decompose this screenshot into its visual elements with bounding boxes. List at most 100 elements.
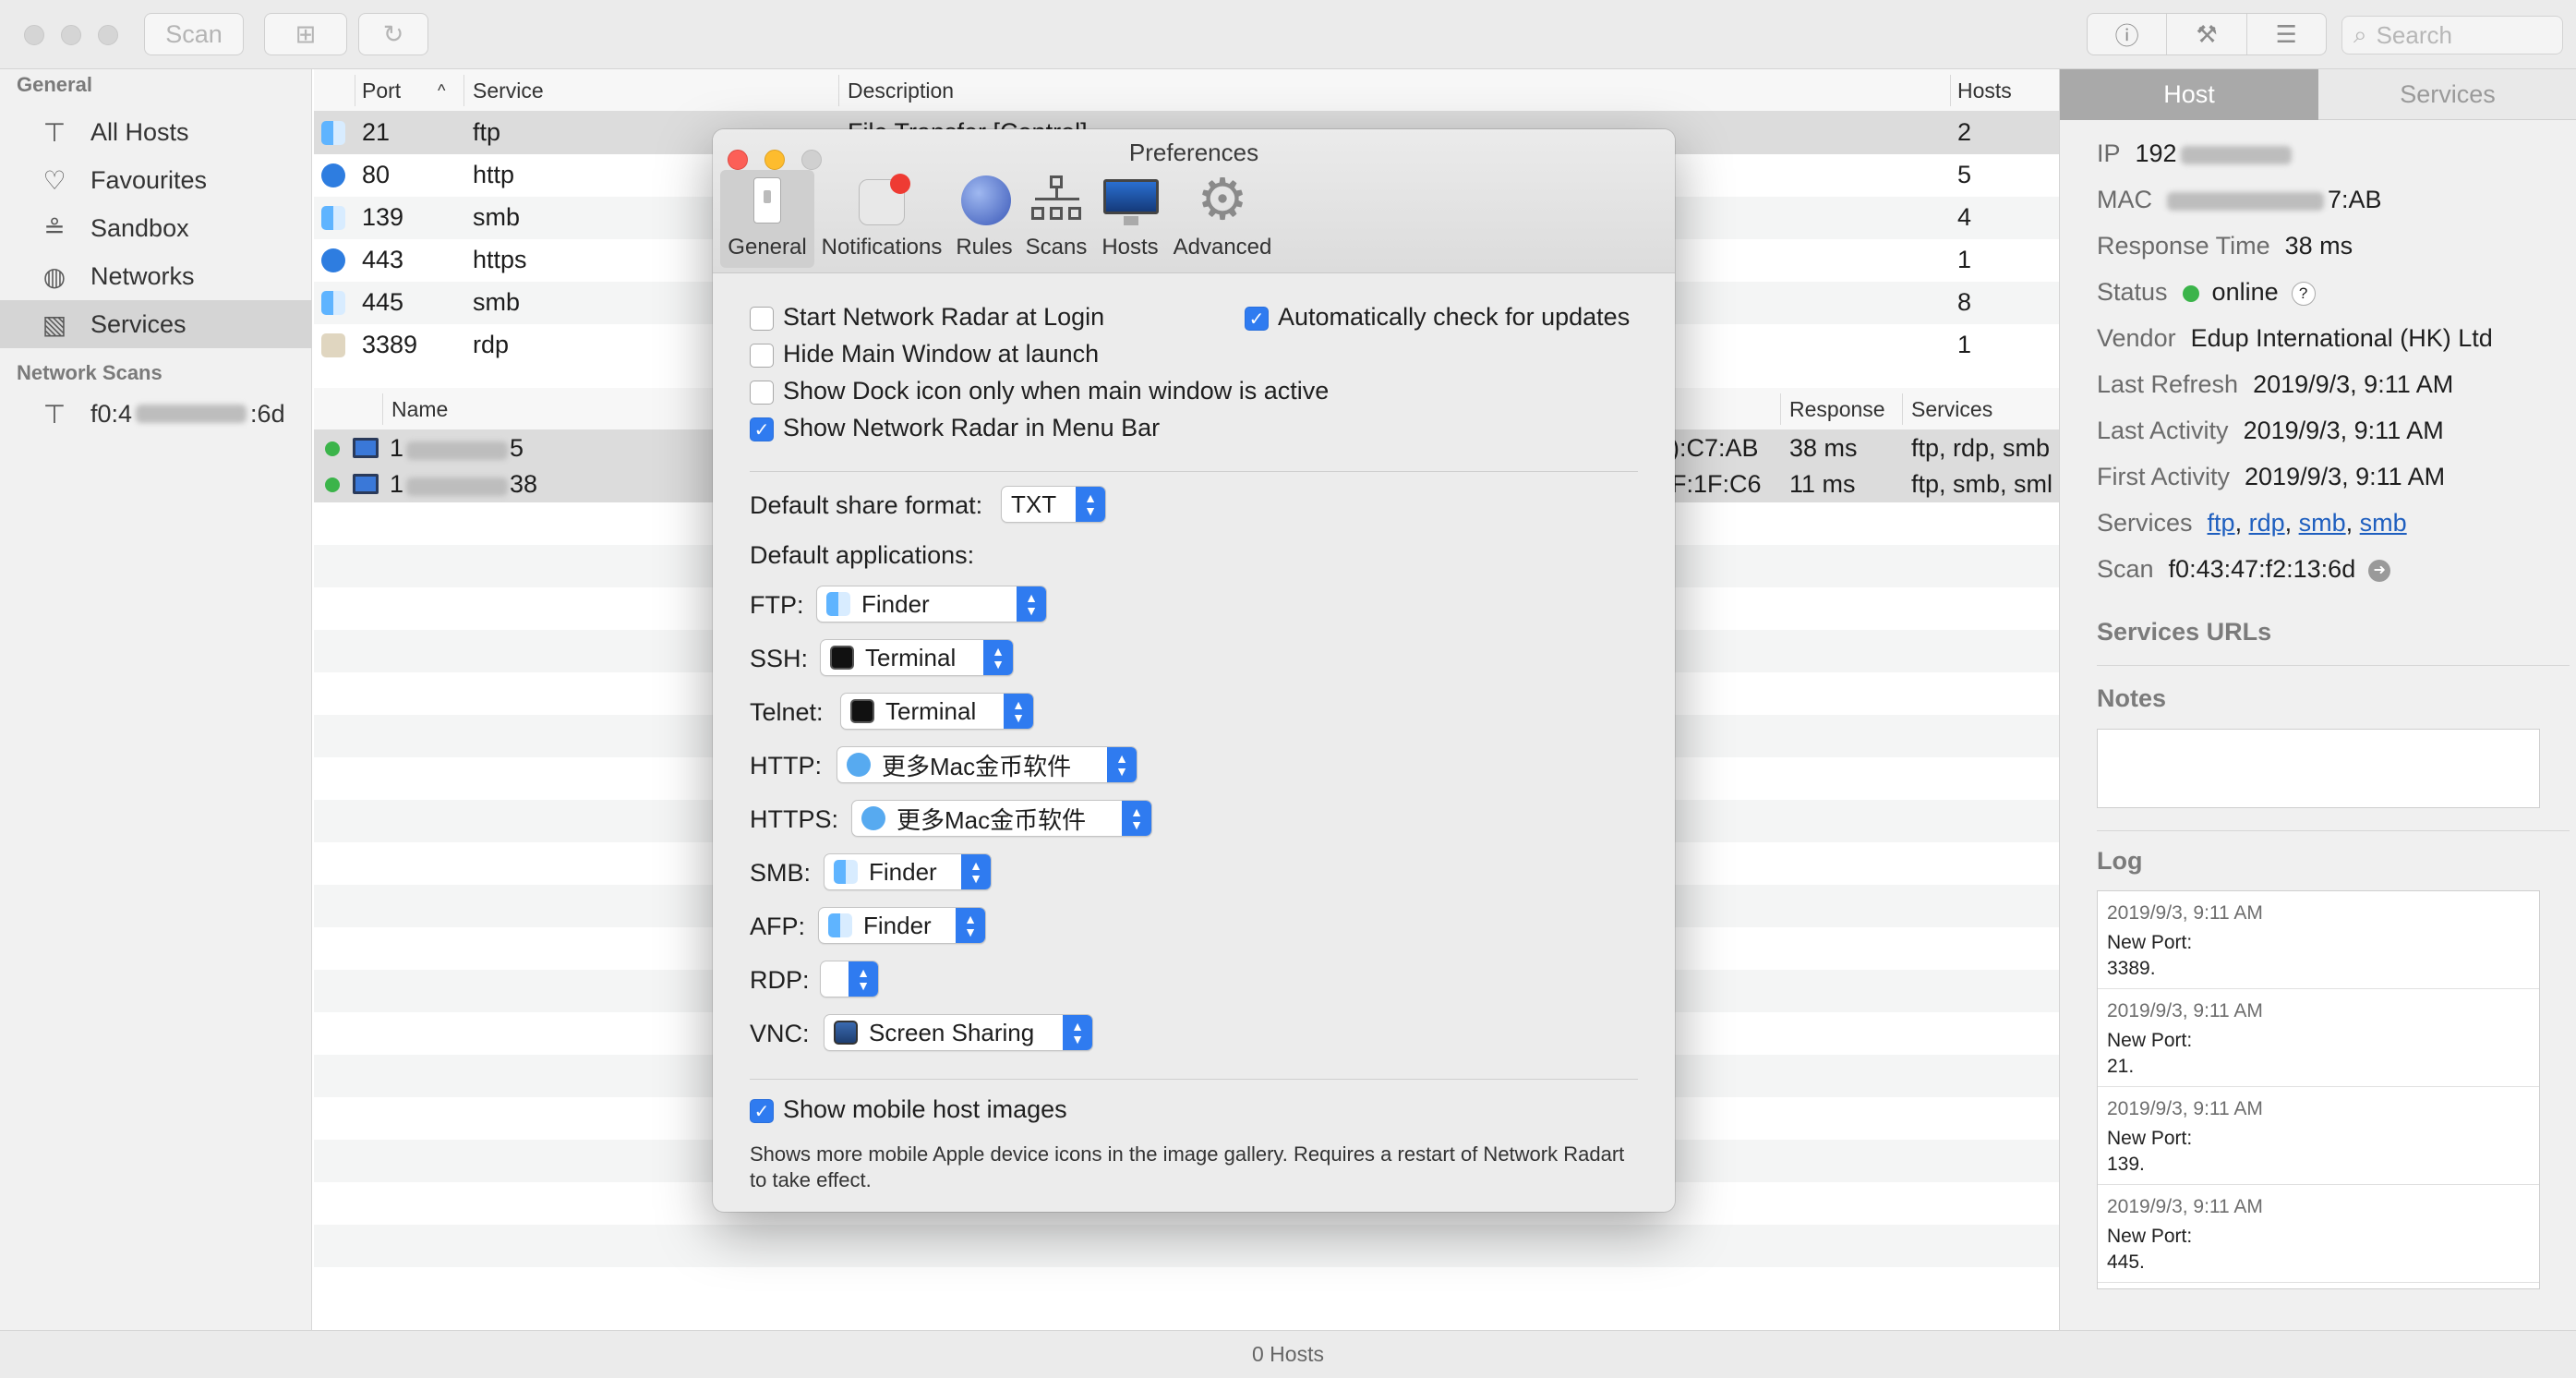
hide-main-label: Hide Main Window at launch [783,340,1100,368]
sidebar-item-networks[interactable]: ◍ Networks [0,252,312,300]
sidebar-item-label: Favourites [90,165,208,194]
add-host-icon: ⊞ [295,19,317,48]
log-text: 3389. [2107,958,2156,979]
host-name-prefix: 1 [390,434,404,462]
https-app-select[interactable]: 更多Mac金币软件 ▲ ▼ [851,800,1152,837]
menu-bar-checkbox[interactable]: ✓ [750,417,774,441]
status-value: online [2211,278,2279,306]
close-window-button[interactable] [24,25,44,45]
ip-row: IP 192 [2097,139,2292,168]
sidebar-item-services[interactable]: ▧ Services [0,300,312,348]
sidebar-item-label: All Hosts [90,117,189,146]
col-name[interactable]: Name [391,397,448,422]
col-service[interactable]: Service [473,79,544,103]
log-list[interactable]: 2019/9/3, 9:11 AM New Port: 3389. 2019/9/3… [2097,890,2540,1289]
services-cell: ftp, rdp, smb [1911,434,2051,462]
col-services[interactable]: Services [1911,397,1992,422]
hierarchy-icon: ⊤ [42,117,66,147]
col-port[interactable]: Port [362,79,401,103]
finder-icon [321,291,345,315]
safari-icon [321,248,345,272]
port-cell: 445 [362,288,404,316]
col-hosts[interactable]: Hosts [1957,79,2012,103]
col-response[interactable]: Response [1789,397,1885,422]
service-cell: smb [473,288,521,316]
hosts-cell: 5 [1957,161,1972,188]
screen-sharing-icon [834,1021,858,1045]
vnc-app-select[interactable]: Screen Sharing ▲ ▼ [824,1014,1093,1051]
start-login-checkbox[interactable] [750,307,774,331]
info-button[interactable]: ⓘ [2088,14,2168,54]
help-button[interactable]: ? [2291,281,2316,306]
terminal-icon [830,646,854,670]
last-activity-label: Last Activity [2097,417,2229,444]
last-refresh-value: 2019/9/3, 9:11 AM [2253,370,2454,398]
smb-app-select[interactable]: Finder ▲ ▼ [824,853,992,890]
menu-bar-label: Show Network Radar in Menu Bar [783,414,1161,441]
services-urls-header: Services URLs [2097,618,2272,646]
tab-label: Hosts [1101,235,1159,260]
sidebar-scans-header: Network Scans [17,361,163,384]
response-cell: 38 ms [1789,434,1858,462]
response-label: Response Time [2097,232,2270,260]
ssh-app-select[interactable]: Terminal ▲ ▼ [820,639,1014,676]
imac-icon [1103,174,1159,227]
scan-row: Scan f0:43:47:f2:13:6d ➜ [2097,555,2391,584]
tab-notifications[interactable]: Notifications [816,170,947,268]
general-pane: Start Network Radar at Login Hide Main W… [713,273,1675,1212]
tab-advanced[interactable]: ⚙ Advanced [1169,170,1276,268]
mac-value: 7:AB [2328,186,2382,213]
search-placeholder: Search [2376,20,2452,49]
notes-field[interactable] [2097,729,2540,808]
search-icon: ⌕ [2353,20,2367,48]
sidebar-item-favourites[interactable]: ♡ Favourites [0,156,312,204]
https-label: HTTPS: [750,805,839,833]
service-link-smb[interactable]: smb [2299,509,2346,537]
sort-ascending-icon[interactable]: ^ [438,81,445,101]
services-icon: ▧ [42,309,67,339]
hide-main-checkbox[interactable] [750,344,774,368]
search-field[interactable]: ⌕ Search [2341,16,2563,54]
chevron-updown-icon: ▲ ▼ [1004,694,1033,729]
share-format-value: TXT [1011,490,1057,518]
zoom-window-button[interactable] [98,25,118,45]
sidebar-item-sandbox[interactable]: ≗ Sandbox [0,204,312,252]
share-format-select[interactable]: TXT ▲ ▼ [1001,486,1106,523]
add-host-button[interactable]: ⊞ [264,13,347,55]
col-description[interactable]: Description [848,79,954,103]
tab-hosts[interactable]: Hosts [1093,170,1167,268]
scan-button[interactable]: Scan [144,13,244,55]
mac-cell: ):C7:AB [1671,434,1759,462]
tab-host[interactable]: Host [2060,69,2318,120]
sidebar-item-all-hosts[interactable]: ⊤ All Hosts [0,108,312,156]
service-link-smb[interactable]: smb [2360,509,2407,537]
hosts-cell: 4 [1957,203,1972,231]
tools-button[interactable]: ⚒ [2167,14,2247,54]
tab-services[interactable]: Services [2318,69,2576,120]
settings-button[interactable]: ☰ [2247,14,2326,54]
mac-cell: F:1F:C6 [1671,470,1762,498]
refresh-button[interactable]: ↻ [358,13,428,55]
log-entry: 2019/9/3, 9:11 AM New Port: 3389. [2098,891,2539,989]
mobile-images-checkbox[interactable]: ✓ [750,1099,774,1123]
telnet-app-select[interactable]: Terminal ▲ ▼ [840,693,1034,730]
rdp-app-select[interactable]: ▲ ▼ [820,961,879,997]
ftp-app-select[interactable]: Finder ▲ ▼ [816,586,1047,623]
tab-rules[interactable]: Rules [949,170,1019,268]
afp-app-select[interactable]: Finder ▲ ▼ [818,907,986,944]
auto-update-checkbox[interactable]: ✓ [1245,307,1269,331]
tab-general[interactable]: General [720,170,814,268]
service-link-ftp[interactable]: ftp [2208,509,2235,537]
arrow-right-icon[interactable]: ➜ [2368,559,2391,582]
service-link-rdp[interactable]: rdp [2249,509,2285,537]
smb-label: SMB: [750,859,812,887]
hosts-cell: 1 [1957,246,1972,273]
http-app-select[interactable]: 更多Mac金币软件 ▲ ▼ [837,746,1138,783]
sidebar-item-scan[interactable]: ⊤ f0:4 :6d [0,390,312,438]
dock-icon-checkbox[interactable] [750,381,774,405]
minimize-window-button[interactable] [61,25,81,45]
log-header: Log [2097,847,2143,875]
inspector-tabs: Host Services [2060,69,2576,120]
tab-scans[interactable]: Scans [1021,170,1091,268]
redacted-text [2180,145,2292,164]
